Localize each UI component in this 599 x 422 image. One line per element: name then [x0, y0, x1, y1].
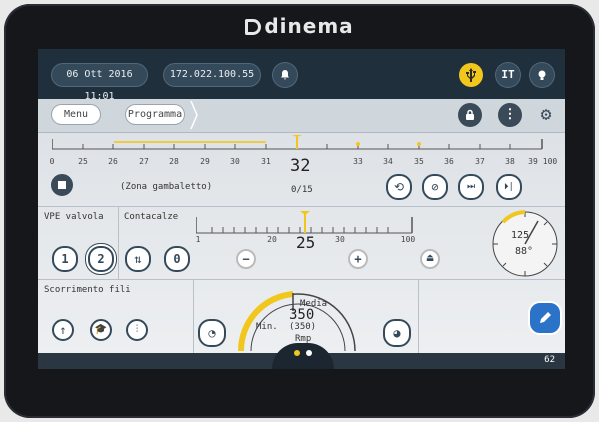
status-bar: 06 Ott 2016 11:01 172.022.100.55 IT: [38, 49, 565, 102]
angle-value-2: 88°: [515, 246, 534, 257]
breadcrumb-chevron-icon: [190, 101, 198, 129]
ruler-tick-label: 29: [200, 157, 210, 166]
page-dot-active: [294, 350, 300, 356]
ruler-tick-label: 35: [414, 157, 424, 166]
brand-name: dinema: [264, 14, 354, 38]
increment-button[interactable]: +: [348, 249, 368, 269]
angle-value-1: 125: [511, 230, 530, 241]
divider: [418, 280, 419, 353]
hmi-screen: 06 Ott 2016 11:01 172.022.100.55 IT Menu…: [38, 49, 565, 369]
arrow-up-icon[interactable]: ↑: [52, 319, 74, 341]
navigation-bar: Menu Programma ⋮ ⚙: [38, 99, 565, 133]
eject-icon[interactable]: ⏏: [420, 249, 440, 269]
step-counter: 0/15: [291, 185, 313, 195]
swap-arrows-icon[interactable]: ⇅: [125, 246, 151, 272]
vpe-valvola-label: VPE valvola: [44, 212, 104, 222]
scorrimento-fili-label: Scorrimento fili: [44, 285, 131, 295]
stop-button[interactable]: [51, 174, 73, 196]
reset-icon[interactable]: ⟲: [386, 174, 412, 200]
ruler-tick-label: 31: [261, 157, 271, 166]
bell-icon[interactable]: [273, 63, 297, 87]
divider: [118, 207, 119, 279]
ruler-tick-label: 37: [475, 157, 485, 166]
angle-gauge: [492, 210, 558, 277]
ruler-tick-label: 25: [78, 157, 88, 166]
counter-zero-button[interactable]: 0: [164, 246, 190, 272]
graduation-cap-icon[interactable]: 🎓: [90, 319, 112, 341]
page-dot: [306, 350, 312, 356]
min-label: Min.: [256, 322, 278, 332]
program-zone-name: (Zona gambaletto): [120, 182, 213, 192]
gear-icon[interactable]: ⚙: [534, 103, 558, 127]
speed-value: 350: [289, 307, 315, 323]
contacalze-label: Contacalze: [124, 212, 179, 222]
light-bulb-icon[interactable]: [530, 63, 554, 87]
min-value: (350): [289, 322, 317, 332]
programma-button[interactable]: Programma: [126, 105, 184, 124]
ruler-tick-label: 28: [169, 157, 179, 166]
scale-label: 1: [195, 235, 201, 244]
speed-increase-icon[interactable]: ◕: [383, 319, 411, 347]
ruler-tick-label: 34: [383, 157, 393, 166]
ruler-tick-label: 33: [353, 157, 363, 166]
ruler-tick-label: 39: [528, 157, 538, 166]
ruler-tick-label: 38: [505, 157, 515, 166]
skip-next-icon[interactable]: ⏵|: [496, 174, 522, 200]
datetime-display: 06 Ott 2016 11:01: [52, 64, 147, 102]
scale-label: 30: [335, 235, 345, 244]
usb-icon[interactable]: [459, 63, 483, 87]
ruler-tick-label: 27: [139, 157, 149, 166]
dinema-logo-mark: [245, 19, 262, 35]
decrement-button[interactable]: −: [236, 249, 256, 269]
ruler-tick-label: 0: [49, 157, 55, 166]
menu-button[interactable]: Menu: [52, 105, 100, 124]
lock-icon[interactable]: [458, 103, 482, 127]
footer-bar: 62: [38, 343, 565, 369]
page-number: 62: [544, 355, 555, 365]
fast-forward-icon[interactable]: ⏭: [458, 174, 484, 200]
speed-decrease-icon[interactable]: ◔: [198, 319, 226, 347]
program-ruler: [52, 135, 543, 150]
edit-pencil-icon[interactable]: [528, 301, 562, 335]
ruler-tick-label: 36: [444, 157, 454, 166]
vpe-button-2[interactable]: 2: [88, 246, 114, 272]
ruler-tick-label: 100: [542, 157, 558, 166]
scale-label: 20: [267, 235, 277, 244]
divider: [193, 280, 194, 353]
sliders-icon[interactable]: ⫶: [126, 319, 148, 341]
ruler-tick-label: 26: [108, 157, 118, 166]
more-options-icon[interactable]: ⋮: [498, 103, 522, 127]
ip-address-display: 172.022.100.55: [164, 64, 260, 86]
contacalze-value: 25: [296, 233, 316, 252]
language-button[interactable]: IT: [496, 63, 520, 87]
brand-logo: dinema: [4, 14, 595, 38]
scale-label: 100: [400, 235, 416, 244]
ruler-tick-label: 30: [230, 157, 240, 166]
device-frame: dinema 06 Ott 2016 11:01 172.022.100.55 …: [4, 4, 595, 418]
vpe-button-1[interactable]: 1: [52, 246, 78, 272]
disable-icon[interactable]: ⊘: [422, 174, 448, 200]
current-step-number: 32: [290, 156, 311, 176]
